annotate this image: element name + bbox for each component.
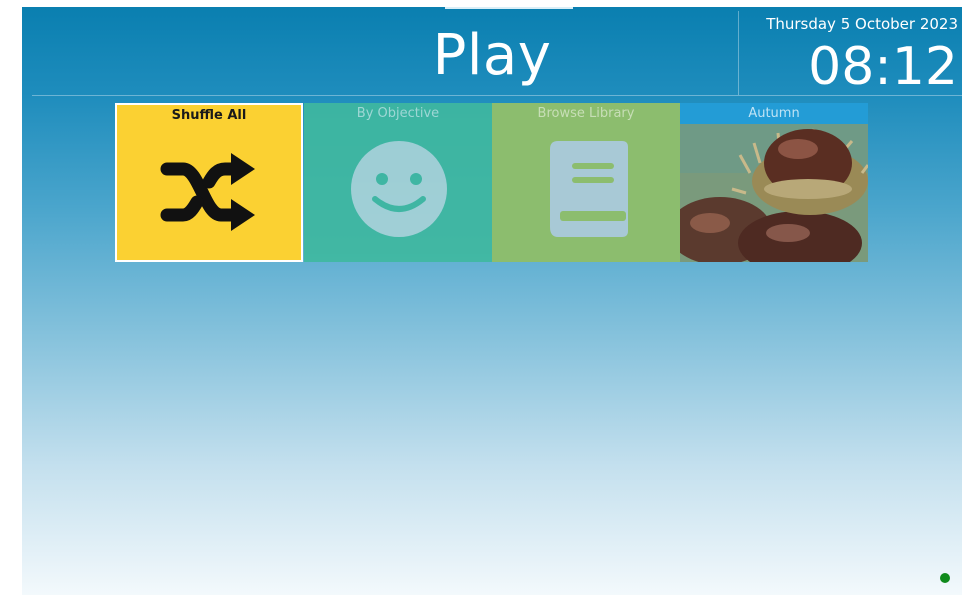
current-date: Thursday 5 October 2023 xyxy=(766,15,958,33)
top-pull-tab[interactable] xyxy=(445,7,573,9)
tile-label: Shuffle All xyxy=(171,108,247,123)
play-screen: Play Thursday 5 October 2023 08:12 Shuff… xyxy=(22,7,962,595)
tile-label: Autumn xyxy=(680,103,868,124)
shuffle-all-tile[interactable]: Shuffle All xyxy=(115,103,303,262)
tile-row: Shuffle All By Objective Browse Library … xyxy=(115,103,869,262)
smiley-face-icon xyxy=(351,141,447,237)
book-icon xyxy=(550,141,628,237)
tile-label: Browse Library xyxy=(537,106,635,121)
tile-label: By Objective xyxy=(356,106,440,121)
conker-photo xyxy=(680,103,868,262)
shuffle-icon xyxy=(160,153,255,231)
by-objective-tile[interactable]: By Objective xyxy=(304,103,492,262)
browse-library-tile[interactable]: Browse Library xyxy=(492,103,680,262)
header-divider xyxy=(32,95,962,96)
connection-status-dot xyxy=(940,573,950,583)
autumn-tile[interactable]: Autumn xyxy=(680,103,868,262)
current-time: 08:12 xyxy=(808,37,958,97)
clock-divider xyxy=(738,11,739,95)
